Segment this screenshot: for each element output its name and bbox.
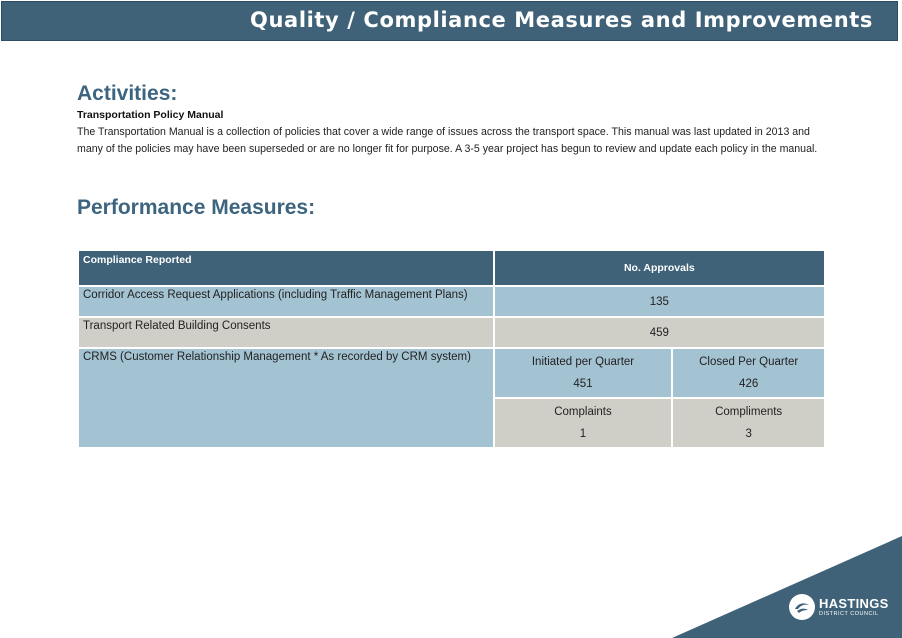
activities-paragraph: The Transportation Manual is a collectio… (77, 126, 818, 155)
crms-closed-label: Closed Per Quarter (699, 356, 799, 368)
logo-name: HASTINGS (819, 595, 889, 611)
row-label-corridor: Corridor Access Request Applications (in… (77, 285, 495, 318)
crms-complaints-value: 1 (579, 428, 587, 440)
crms-closed: Closed Per Quarter 426 (671, 347, 826, 399)
table-row: Transport Related Building Consents 459 (77, 316, 827, 349)
row-value-corridor: 135 (492, 285, 827, 318)
hastings-logo-icon (789, 594, 815, 620)
table-row: CRMS (Customer Relationship Management *… (77, 347, 826, 449)
crms-initiated-value: 451 (573, 378, 593, 390)
crms-closed-value: 426 (739, 378, 759, 390)
performance-table: Compliance Reported No. Approvals Corrid… (77, 249, 827, 449)
activities-heading: Activities: (77, 82, 178, 105)
hastings-logo: HASTINGS DISTRICT COUNCIL (789, 594, 889, 620)
row-label-crms: CRMS (Customer Relationship Management *… (77, 347, 495, 449)
crms-initiated-label: Initiated per Quarter (531, 356, 635, 368)
table-header-row: Compliance Reported No. Approvals (77, 249, 827, 287)
row-label-building: Transport Related Building Consents (77, 316, 495, 349)
logo-subtitle: DISTRICT COUNCIL (819, 610, 879, 617)
crms-compliments-value: 3 (745, 428, 752, 440)
activities-subheading: Transportation Policy Manual (77, 109, 224, 121)
col-header-approvals: No. Approvals (492, 249, 827, 287)
crms-initiated: Initiated per Quarter 451 (492, 347, 674, 399)
corner-triangle (672, 536, 902, 638)
col-header-compliance: Compliance Reported (77, 249, 495, 287)
row-value-building: 459 (492, 316, 827, 349)
crms-complaints: Complaints 1 (492, 397, 674, 449)
table-row: Corridor Access Request Applications (in… (77, 285, 827, 318)
crms-complaints-label: Complaints (554, 406, 612, 418)
crms-compliments-label: Compliments (715, 406, 783, 418)
performance-heading: Performance Measures: (77, 196, 316, 219)
header-bar: Quality / Compliance Measures and Improv… (1, 1, 898, 41)
page-title: Quality / Compliance Measures and Improv… (250, 8, 873, 32)
crms-compliments: Compliments 3 (671, 397, 826, 449)
